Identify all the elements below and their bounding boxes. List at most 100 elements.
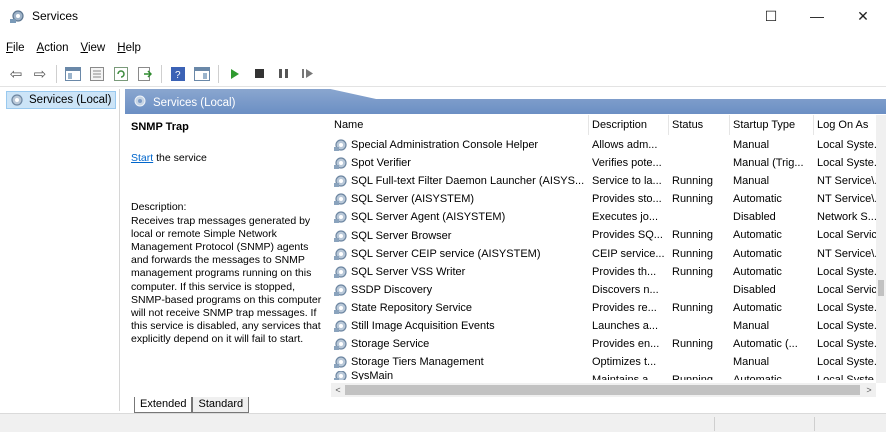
vertical-scroll-thumb[interactable] [878, 280, 884, 296]
column-header-startup-type[interactable]: Startup Type [730, 115, 814, 135]
table-row[interactable]: SQL Server (AISYSTEM) Provides sto... Runn… [331, 190, 886, 208]
service-name: SQL Server Agent (AISYSTEM) [351, 211, 506, 224]
table-row[interactable]: Still Image Acquisition Events Launches a… [331, 317, 886, 335]
cell-startup: Automatic [733, 374, 782, 381]
table-row[interactable]: SQL Full-text Filter Daemon Launcher (AI… [331, 172, 886, 190]
list-header: Name Description Status Startup Type Log… [331, 115, 886, 135]
cell-name: SQL Server (AISYSTEM) [331, 190, 589, 208]
stop-service-icon[interactable] [249, 64, 269, 84]
cell-description: Maintains a... [592, 374, 658, 381]
refresh-icon[interactable] [111, 64, 131, 84]
start-service-link[interactable]: Start [131, 152, 153, 164]
maximize-icon: ☐ [764, 7, 778, 24]
table-row[interactable]: SQL Server Browser Provides SQ... Running A… [331, 226, 886, 244]
services-gear-icon [9, 8, 25, 24]
cell-startup: Manual [733, 319, 770, 332]
table-row[interactable]: Special Administration Console Helper All… [331, 136, 886, 154]
show-hide-tree-icon[interactable] [63, 64, 83, 84]
toolbar-separator [161, 64, 162, 83]
service-name: SysMain [351, 371, 394, 381]
column-header-name[interactable]: Name [331, 115, 589, 135]
start-service-line: Start the service [131, 152, 326, 165]
cell-description: Discovers n... [592, 283, 659, 296]
title-bar: Services — ✕ ☐ [0, 0, 886, 32]
cell-description: Optimizes t... [592, 356, 657, 369]
tab-standard[interactable]: Standard [192, 397, 250, 413]
tab-extended[interactable]: Extended [134, 397, 193, 413]
scroll-right-icon[interactable]: > [862, 383, 876, 397]
column-header-description[interactable]: Description [589, 115, 669, 135]
service-name: SQL Server (AISYSTEM) [351, 193, 475, 206]
toolbar-separator [218, 64, 219, 83]
service-gear-icon [334, 337, 348, 351]
cell-name: SQL Server Agent (AISYSTEM) [331, 208, 589, 226]
pause-service-icon[interactable] [273, 64, 293, 84]
menu-help[interactable]: Help [111, 38, 147, 58]
svg-text:?: ? [175, 70, 181, 81]
resume-service-icon[interactable] [297, 64, 317, 84]
maximize-button[interactable]: ☐ [748, 0, 794, 32]
cell-name: State Repository Service [331, 299, 589, 317]
cell-status: Running [672, 229, 713, 242]
horizontal-scroll-thumb[interactable] [345, 385, 860, 395]
table-row[interactable]: SQL Server VSS Writer Provides th... Runni… [331, 263, 886, 281]
service-gear-icon [334, 265, 348, 279]
service-name: SQL Server CEIP service (AISYSTEM) [351, 247, 541, 260]
selected-service-name: SNMP Trap [131, 121, 189, 133]
minimize-icon: — [810, 8, 824, 24]
table-row[interactable]: Storage Service Provides en... Running Auto… [331, 335, 886, 353]
cell-startup: Automatic [733, 229, 782, 242]
table-row[interactable]: SQL Server CEIP service (AISYSTEM) CEIP s… [331, 245, 886, 263]
service-name: Storage Service [351, 338, 430, 351]
show-hide-action-pane-icon[interactable] [192, 64, 212, 84]
cell-status [669, 281, 730, 299]
cell-name: SSDP Discovery [331, 281, 589, 299]
cell-startup: Automatic [733, 247, 782, 260]
services-gear-icon [133, 94, 147, 111]
table-row[interactable]: SysMain Maintains a... Running Automatic Loc… [331, 371, 886, 381]
cell-startup: Manual (Trig... [733, 157, 804, 170]
service-gear-icon [334, 174, 348, 188]
list-rows: Special Administration Console Helper All… [331, 136, 886, 381]
export-list-icon[interactable] [135, 64, 155, 84]
cell-description: Provides re... [592, 301, 657, 314]
horizontal-scrollbar[interactable]: < > [331, 383, 876, 397]
service-gear-icon [334, 138, 348, 152]
minimize-button[interactable]: — [794, 0, 840, 32]
properties-icon[interactable] [87, 64, 107, 84]
service-gear-icon [334, 283, 348, 297]
service-name: Still Image Acquisition Events [351, 319, 495, 332]
cell-startup: Manual [733, 139, 770, 151]
column-header-status[interactable]: Status [669, 115, 730, 135]
start-service-icon[interactable] [225, 64, 245, 84]
cell-status: Running [672, 265, 713, 278]
close-button[interactable]: ✕ [840, 0, 886, 32]
table-row[interactable]: SQL Server Agent (AISYSTEM) Executes jo..… [331, 208, 886, 226]
service-name: Special Administration Console Helper [351, 139, 539, 152]
cell-startup: Manual [733, 175, 770, 188]
forward-icon[interactable]: ⇨ [30, 64, 50, 84]
back-icon[interactable]: ⇦ [6, 64, 26, 84]
toolbar: ⇦ ⇨ ? [0, 61, 886, 87]
console-tree: Services (Local) [2, 89, 120, 411]
table-row[interactable]: Storage Tiers Management Optimizes t... Ma… [331, 353, 886, 371]
menu-view[interactable]: View [75, 38, 112, 58]
vertical-scrollbar[interactable] [876, 115, 886, 383]
description-label: Description: [131, 201, 187, 214]
table-row[interactable]: State Repository Service Provides re... Ru… [331, 299, 886, 317]
service-description-pane: SNMP Trap Start the service Description:… [131, 121, 326, 347]
table-row[interactable]: SSDP Discovery Discovers n... Disabled Loca… [331, 281, 886, 299]
panel-title: Services (Local) [153, 96, 236, 109]
help-icon[interactable]: ? [168, 64, 188, 84]
menu-file[interactable]: File [0, 38, 31, 58]
cell-description: Verifies pote... [592, 157, 662, 170]
tree-item-services-local[interactable]: Services (Local) [6, 91, 117, 109]
cell-name: Still Image Acquisition Events [331, 317, 589, 335]
cell-startup: Manual [733, 356, 770, 369]
menu-action[interactable]: Action [31, 38, 75, 58]
scroll-left-icon[interactable]: < [331, 383, 345, 397]
panel-header-title: Services (Local) [133, 94, 235, 111]
table-row[interactable]: Spot Verifier Verifies pote... Manual (Tri… [331, 154, 886, 172]
cell-status: Running [672, 193, 713, 206]
services-panel: Services (Local) SNMP Trap Start the ser… [125, 89, 886, 413]
